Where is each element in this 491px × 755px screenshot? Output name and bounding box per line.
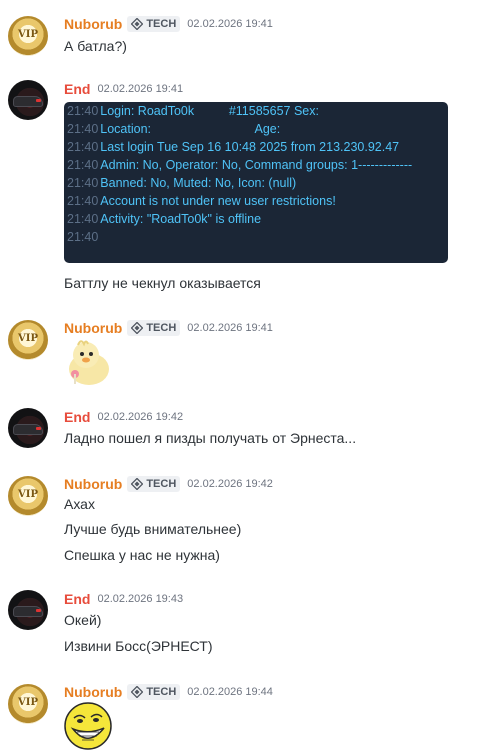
avatar[interactable] xyxy=(8,408,48,448)
message-header: End 02.02.2026 19:42 xyxy=(64,407,183,427)
username[interactable]: End xyxy=(64,409,90,425)
code-timestamp: 21:40 xyxy=(67,212,99,226)
timestamp[interactable]: 02.02.2026 19:41 xyxy=(187,18,273,30)
code-text: Location: Age: xyxy=(100,122,281,136)
username[interactable]: End xyxy=(64,81,90,97)
code-text: Account is not under new user restrictio… xyxy=(100,194,336,208)
diamond-icon xyxy=(131,322,144,334)
message: End 02.02.2026 19:41 21:40 Login: RoadTo0… xyxy=(0,80,491,295)
message-text: Спешка у нас не нужна) xyxy=(64,547,220,563)
avatar[interactable] xyxy=(8,590,48,630)
message-text: Ахах xyxy=(64,496,95,512)
code-line: 21:40 Activity: "RoadTo0k" is offline xyxy=(67,212,261,230)
vip-badge-text: VIP xyxy=(18,29,38,40)
message: VIP Nuborub TECH 02.02.2026 19:41 xyxy=(0,318,491,393)
username[interactable]: Nuborub xyxy=(64,684,122,700)
message-text: Баттлу не чекнул оказывается xyxy=(64,275,261,291)
timestamp[interactable]: 02.02.2026 19:44 xyxy=(187,686,273,698)
username[interactable]: Nuborub xyxy=(64,16,122,32)
code-timestamp: 21:40 xyxy=(67,158,99,172)
timestamp[interactable]: 02.02.2026 19:42 xyxy=(187,478,273,490)
message-header: Nuborub TECH 02.02.2026 19:41 xyxy=(64,14,273,34)
role-tag-label: TECH xyxy=(146,478,177,490)
vip-badge-text: VIP xyxy=(18,333,38,344)
message: VIP Nuborub TECH 02.02.2026 19:44 xyxy=(0,682,491,755)
code-timestamp: 21:40 xyxy=(67,230,99,244)
message: End 02.02.2026 19:42 Ладно пошел я пизды… xyxy=(0,408,491,453)
username[interactable]: Nuborub xyxy=(64,476,122,492)
code-timestamp: 21:40 xyxy=(67,140,99,154)
message: End 02.02.2026 19:43 Окей) Извини Босс(Э… xyxy=(0,590,491,660)
diamond-icon xyxy=(131,478,144,490)
code-text: Banned: No, Muted: No, Icon: (null) xyxy=(100,176,297,190)
code-timestamp: 21:40 xyxy=(67,104,99,118)
role-tag: TECH xyxy=(127,16,181,32)
message-header: End 02.02.2026 19:41 xyxy=(64,79,183,99)
timestamp[interactable]: 02.02.2026 19:42 xyxy=(97,411,183,423)
code-line: 21:40 Login: RoadTo0k #11585657 Sex: xyxy=(67,104,319,122)
message-header: End 02.02.2026 19:43 xyxy=(64,589,183,609)
vip-badge-text: VIP xyxy=(18,489,38,500)
avatar[interactable] xyxy=(8,80,48,120)
avatar[interactable]: VIP xyxy=(8,684,48,724)
vip-badge-text: VIP xyxy=(18,697,38,708)
role-tag-label: TECH xyxy=(146,322,177,334)
code-timestamp: 21:40 xyxy=(67,122,99,136)
code-text: Last login Tue Sep 16 10:48 2025 from 21… xyxy=(100,140,400,154)
username[interactable]: Nuborub xyxy=(64,320,122,336)
message: VIP Nuborub TECH 02.02.2026 19:42 Ахах Л… xyxy=(0,474,491,569)
message: VIP Nuborub TECH 02.02.2026 19:41 А батл… xyxy=(0,14,491,59)
code-line: 21:40 Admin: No, Operator: No, Command gr… xyxy=(67,158,412,176)
code-line: 21:40 Location: Age: xyxy=(67,122,280,140)
message-header: Nuborub TECH 02.02.2026 19:44 xyxy=(64,682,273,702)
code-line: 21:40 Account is not under new user restr… xyxy=(67,194,336,212)
avatar[interactable]: VIP xyxy=(8,16,48,56)
code-timestamp: 21:40 xyxy=(67,176,99,190)
role-tag: TECH xyxy=(127,320,181,336)
code-text: Login: RoadTo0k #11585657 Sex: xyxy=(100,104,319,118)
timestamp[interactable]: 02.02.2026 19:41 xyxy=(187,322,273,334)
message-text: Ладно пошел я пизды получать от Эрнеста.… xyxy=(64,430,357,446)
message-header: Nuborub TECH 02.02.2026 19:41 xyxy=(64,318,273,338)
code-block: 21:40 Login: RoadTo0k #11585657 Sex: 21:4… xyxy=(64,102,448,263)
code-line: 21:40 Banned: No, Muted: No, Icon: (null) xyxy=(67,176,296,194)
message-text: Лучше будь внимательнее) xyxy=(64,521,242,537)
message-text: Окей) xyxy=(64,612,102,628)
avatar[interactable]: VIP xyxy=(8,320,48,360)
avatar[interactable]: VIP xyxy=(8,476,48,516)
role-tag-label: TECH xyxy=(146,18,177,30)
timestamp[interactable]: 02.02.2026 19:43 xyxy=(97,593,183,605)
duck-sticker[interactable] xyxy=(64,338,114,388)
car-light xyxy=(36,99,41,102)
code-line: 21:40 Last login Tue Sep 16 10:48 2025 fr… xyxy=(67,140,399,158)
code-text: Activity: "RoadTo0k" is offline xyxy=(100,212,262,226)
timestamp[interactable]: 02.02.2026 19:41 xyxy=(97,83,183,95)
diamond-icon xyxy=(131,686,144,698)
role-tag: TECH xyxy=(127,476,181,492)
role-tag: TECH xyxy=(127,684,181,700)
message-text: Извини Босс(ЭРНЕСТ) xyxy=(64,638,213,654)
role-tag-label: TECH xyxy=(146,686,177,698)
car-light xyxy=(36,609,41,612)
troll-face-sticker[interactable] xyxy=(64,702,112,750)
message-text: А батла?) xyxy=(64,38,127,54)
code-timestamp: 21:40 xyxy=(67,194,99,208)
car-light xyxy=(36,427,41,430)
code-line: 21:40 xyxy=(67,230,100,248)
username[interactable]: End xyxy=(64,591,90,607)
diamond-icon xyxy=(131,18,144,30)
code-text: Admin: No, Operator: No, Command groups:… xyxy=(100,158,413,172)
message-header: Nuborub TECH 02.02.2026 19:42 xyxy=(64,474,273,494)
